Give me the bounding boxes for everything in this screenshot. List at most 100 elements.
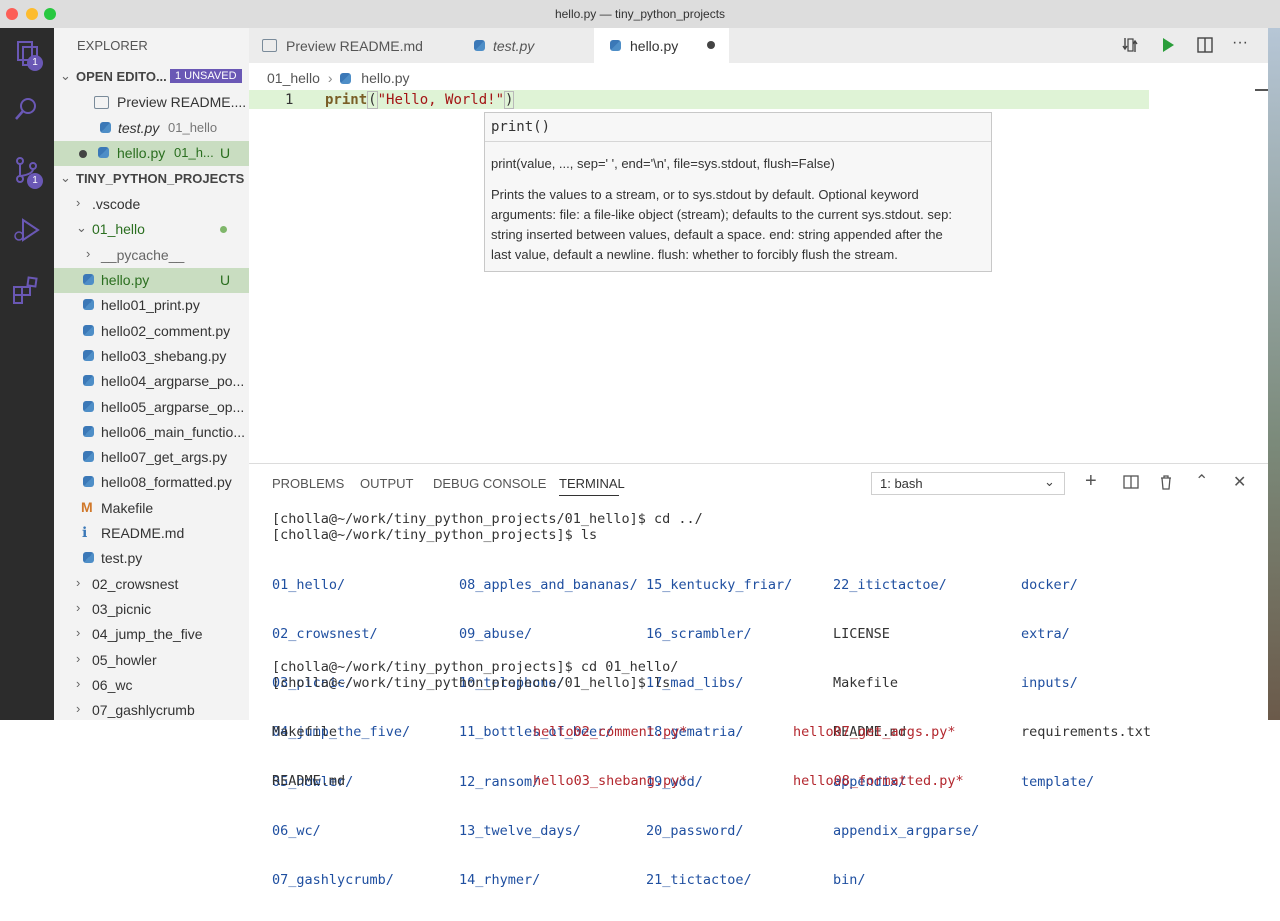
extensions-icon[interactable] — [11, 274, 43, 306]
chevron-right-icon: › — [76, 600, 81, 615]
ls-entry: hello02_comment.py* — [533, 723, 688, 740]
tab-debug-console[interactable]: DEBUG CONSOLE — [433, 476, 546, 491]
open-editor-item[interactable]: Preview README.... — [54, 90, 249, 115]
python-file-icon — [83, 325, 94, 336]
compare-changes-icon[interactable] — [1121, 36, 1139, 54]
ls-entry: Makefile — [272, 723, 338, 740]
scm-badge: 1 — [27, 173, 43, 189]
run-debug-icon[interactable] — [11, 214, 43, 246]
tree-file-label: hello.py — [101, 272, 150, 288]
split-editor-icon[interactable] — [1196, 36, 1214, 54]
tree-folder[interactable]: ⌄ 01_hello — [54, 217, 249, 242]
breadcrumb: 01_hello › hello.py — [267, 70, 410, 86]
tree-file[interactable]: hello05_argparse_op... — [54, 395, 249, 420]
code-line[interactable]: print("Hello, World!") — [325, 91, 515, 109]
terminal-select[interactable]: 1: bash ⌄ — [871, 472, 1065, 495]
unsaved-dot-icon[interactable] — [707, 41, 715, 49]
python-file-icon — [83, 274, 94, 285]
chevron-right-icon: › — [76, 676, 81, 691]
tab-preview-readme[interactable]: Preview README.md — [249, 28, 454, 63]
tree-file[interactable]: hello02_comment.py — [54, 319, 249, 344]
unsaved-dot-icon[interactable] — [79, 150, 87, 158]
terminal-line: [cholla@~/work/tiny_python_projects/01_h… — [272, 675, 671, 691]
ls-entry: 08_apples_and_bananas/ — [459, 576, 638, 593]
editor-tabs: Preview README.md test.py hello.py ··· — [249, 28, 1280, 63]
project-label: TINY_PYTHON_PROJECTS — [76, 171, 245, 186]
ls-entry: 13_twelve_days/ — [459, 822, 581, 839]
chevron-down-icon: ⌄ — [76, 220, 87, 235]
chevron-right-icon: › — [76, 701, 81, 716]
ls-entry: docker/ — [1021, 576, 1078, 593]
run-icon[interactable] — [1159, 36, 1177, 54]
more-actions-icon[interactable]: ··· — [1232, 34, 1248, 52]
python-file-icon — [340, 73, 352, 84]
tree-file[interactable]: M Makefile — [54, 496, 249, 521]
preview-icon — [94, 96, 109, 109]
code-paren-close: ) — [504, 91, 515, 109]
tree-folder[interactable]: › __pycache__ — [54, 243, 249, 268]
tree-file[interactable]: hello03_shebang.py — [54, 344, 249, 369]
tree-file-label: hello03_shebang.py — [101, 348, 227, 364]
breadcrumb-file[interactable]: hello.py — [361, 70, 409, 86]
ls-entry: LICENSE — [833, 626, 890, 643]
ls-entry: Makefile — [833, 675, 899, 692]
chevron-right-icon: › — [76, 195, 81, 210]
ls-entry: 15_kentucky_friar/ — [646, 576, 793, 593]
hover-title: print() — [491, 119, 551, 135]
ls-entry: 01_hello/ — [272, 576, 346, 593]
search-icon[interactable] — [11, 94, 43, 126]
tree-file[interactable]: hello07_get_args.py — [54, 445, 249, 470]
line-number: 1 — [285, 92, 294, 108]
python-file-icon — [83, 375, 94, 386]
tree-folder[interactable]: › 03_picnic — [54, 597, 249, 622]
code-function: print — [325, 92, 368, 108]
tab-hello-py[interactable]: hello.py — [594, 28, 729, 63]
new-terminal-icon[interactable]: + — [1085, 470, 1097, 493]
hover-tooltip: print() print(value, ..., sep=' ', end='… — [484, 112, 992, 272]
chevron-right-icon: › — [76, 575, 81, 590]
tree-folder[interactable]: › 04_jump_the_five — [54, 622, 249, 647]
explorer-icon[interactable]: 1 — [11, 38, 43, 71]
ls-entry: 22_itictactoe/ — [833, 576, 947, 593]
hover-doc-line: Prints the values to a stream, or to sys… — [491, 187, 919, 202]
tree-file[interactable]: hello01_print.py — [54, 293, 249, 318]
tab-test-py[interactable]: test.py — [454, 28, 594, 63]
tree-folder[interactable]: › .vscode — [54, 192, 249, 217]
python-file-icon — [83, 350, 94, 361]
terminal-line: [cholla@~/work/tiny_python_projects]$ cd… — [272, 659, 679, 675]
close-panel-icon[interactable]: ✕ — [1233, 472, 1246, 492]
tree-folder-label: __pycache__ — [101, 247, 185, 263]
untracked-status: U — [220, 272, 231, 288]
project-header[interactable]: ⌄ TINY_PYTHON_PROJECTS — [54, 167, 249, 192]
unsaved-badge: 1 UNSAVED — [170, 69, 242, 83]
tab-problems[interactable]: PROBLEMS — [272, 476, 344, 491]
open-editors-header[interactable]: ⌄ OPEN EDITO... 1 UNSAVED — [54, 65, 249, 90]
open-editor-item[interactable]: test.py 01_hello — [54, 116, 249, 141]
tree-folder[interactable]: › 07_gashlycrumb — [54, 698, 249, 720]
python-file-icon — [83, 552, 94, 563]
tree-file[interactable]: hello06_main_functio... — [54, 420, 249, 445]
breadcrumb-folder[interactable]: 01_hello — [267, 70, 320, 86]
tree-file-label: hello04_argparse_po... — [101, 373, 245, 389]
tab-terminal[interactable]: TERMINAL — [559, 476, 625, 491]
ls-column: docker/ extra/ inputs/ requirements.txt … — [1021, 544, 1151, 823]
open-editor-item[interactable]: hello.py 01_h... U — [54, 141, 249, 166]
ls-entry: extra/ — [1021, 626, 1070, 643]
open-editors-label: OPEN EDITO... — [76, 69, 167, 84]
tree-folder[interactable]: › 02_crowsnest — [54, 572, 249, 597]
source-control-icon[interactable]: 1 — [11, 154, 43, 189]
tree-file[interactable]: hello08_formatted.py — [54, 470, 249, 495]
maximize-panel-icon[interactable]: ⌃ — [1195, 471, 1208, 491]
tree-folder-label: 07_gashlycrumb — [92, 702, 195, 718]
tree-folder[interactable]: › 06_wc — [54, 673, 249, 698]
tab-output[interactable]: OUTPUT — [360, 476, 413, 491]
tree-file[interactable]: ℹ README.md — [54, 521, 249, 546]
split-terminal-icon[interactable] — [1123, 475, 1139, 489]
tree-file[interactable]: hello04_argparse_po... — [54, 369, 249, 394]
tree-file[interactable]: hello.py U — [54, 268, 249, 293]
tree-folder[interactable]: › 05_howler — [54, 648, 249, 673]
chevron-right-icon: › — [327, 70, 333, 86]
chevron-down-icon: ⌄ — [60, 68, 71, 83]
tree-file[interactable]: test.py — [54, 546, 249, 571]
trash-icon[interactable] — [1159, 474, 1173, 490]
